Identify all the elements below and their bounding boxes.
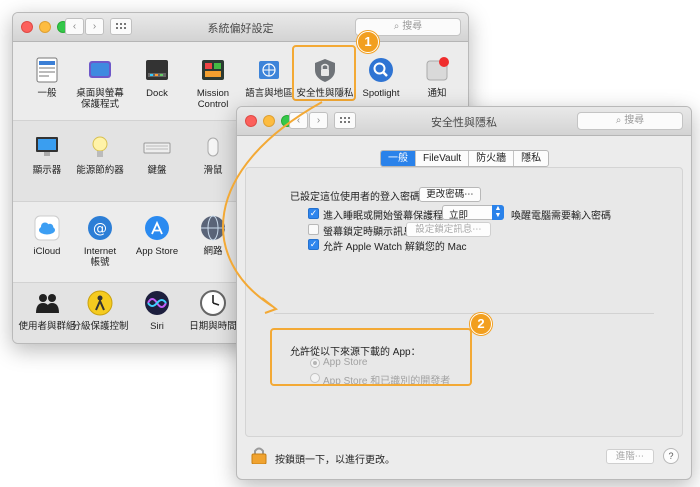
arrow-connector xyxy=(222,101,323,314)
